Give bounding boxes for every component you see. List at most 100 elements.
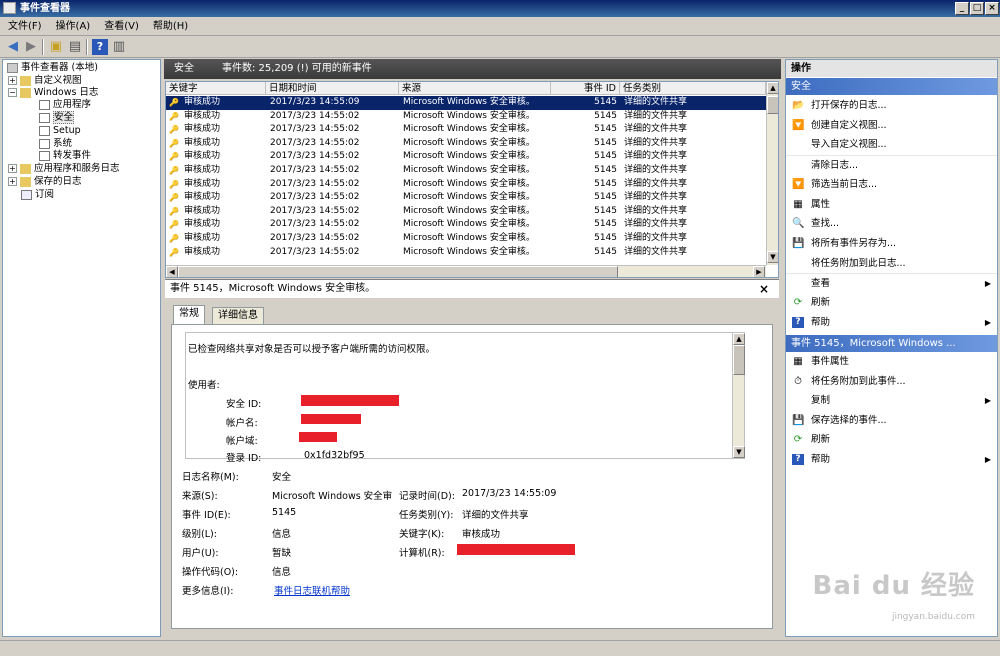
maximize-button[interactable]: □ [970, 2, 984, 15]
details-title: 事件 5145，Microsoft Windows 安全审核。 [170, 283, 376, 294]
cell-source: Microsoft Windows 安全审核。 [403, 124, 535, 135]
tree-root[interactable]: 事件查看器 (本地) [7, 62, 98, 74]
menu-file[interactable]: 文件(F) [0, 17, 48, 35]
expand-icon[interactable]: + [8, 76, 17, 85]
table-row[interactable]: 🔑 审核成功 2017/3/23 14:55:02 Microsoft Windows… [166, 232, 766, 246]
scroll-down-icon[interactable]: ▼ [767, 251, 778, 263]
table-row[interactable]: 🔑 审核成功 2017/3/23 14:55:02 Microsoft Windows… [166, 123, 766, 137]
table-row[interactable]: 🔑 审核成功 2017/3/23 14:55:02 Microsoft Windows… [166, 178, 766, 192]
action-help[interactable]: ? 帮助 ▶ [786, 313, 997, 332]
tree-item-application[interactable]: 应用程序 [39, 99, 91, 111]
action-attach-task-to-log[interactable]: 将任务附加到此日志... [786, 254, 997, 273]
tree-custom-views[interactable]: + 自定义视图 [8, 75, 82, 87]
action-create-custom-view[interactable]: 🔽 创建自定义视图... [786, 116, 997, 135]
minimize-button[interactable]: _ [955, 2, 969, 15]
collapse-icon[interactable]: − [8, 88, 17, 97]
more-info-label: 更多信息(I): [182, 586, 234, 597]
column-header-source[interactable]: 来源 [399, 82, 551, 95]
table-row[interactable]: 🔑 审核成功 2017/3/23 14:55:02 Microsoft Windows… [166, 218, 766, 232]
close-details-icon[interactable]: × [759, 280, 769, 298]
subscription-icon [21, 189, 32, 200]
more-info-link[interactable]: 事件日志联机帮助 [274, 583, 350, 597]
close-button[interactable]: × [985, 2, 999, 15]
actions-section-security[interactable]: 安全 [786, 78, 997, 95]
tree-subscriptions[interactable]: 订阅 [21, 189, 54, 201]
menu-help[interactable]: 帮助(H) [145, 17, 194, 35]
action-save-all-events-as[interactable]: 💾 将所有事件另存为... [786, 234, 997, 253]
redacted-computer [457, 544, 575, 555]
message-scroll-thumb[interactable] [733, 345, 745, 375]
column-header-event-id[interactable]: 事件 ID [551, 82, 620, 95]
tree-saved-logs[interactable]: + 保存的日志 [8, 176, 82, 188]
expand-icon[interactable]: + [8, 177, 17, 186]
action-refresh[interactable]: ⟳ 刷新 [786, 293, 997, 312]
table-row[interactable]: 🔑 审核成功 2017/3/23 14:55:02 Microsoft Windows… [166, 246, 766, 260]
action-label: 打开保存的日志... [811, 100, 887, 111]
key-icon: 🔑 [169, 138, 179, 148]
action-view[interactable]: 查看 ▶ [786, 273, 997, 292]
forward-icon[interactable]: ▶ [23, 39, 39, 55]
tree-windows-logs[interactable]: − Windows 日志 [8, 87, 98, 99]
refresh-icon: ⟳ [793, 434, 803, 446]
message-scrollbar[interactable]: ▲ ▼ [732, 333, 745, 458]
action-clear-log[interactable]: 清除日志... [786, 155, 997, 174]
expand-icon[interactable]: + [8, 164, 17, 173]
tab-details[interactable]: 详细信息 [212, 307, 264, 324]
tree-item-setup[interactable]: Setup [39, 125, 81, 137]
scroll-up-icon[interactable]: ▲ [767, 82, 778, 94]
table-row[interactable]: 🔑 审核成功 2017/3/23 14:55:02 Microsoft Windows… [166, 110, 766, 124]
back-icon[interactable]: ◀ [5, 39, 21, 55]
folder-icon [20, 75, 31, 86]
action-find[interactable]: 🔍 查找... [786, 214, 997, 233]
action-event-properties[interactable]: ▦ 事件属性 [786, 352, 997, 371]
action-filter-current-log[interactable]: 🔽 筛选当前日志... [786, 175, 997, 194]
up-folder-icon[interactable]: ▣ [48, 39, 64, 55]
action-attach-task-to-event[interactable]: ⏱ 将任务附加到此事件... [786, 372, 997, 391]
column-header-keywords[interactable]: 关键字 [166, 82, 266, 95]
tree-app-service-logs[interactable]: + 应用程序和服务日志 [8, 163, 120, 175]
menu-action[interactable]: 操作(A) [48, 17, 97, 35]
action-save-selected-events[interactable]: 💾 保存选择的事件... [786, 411, 997, 430]
column-header-datetime[interactable]: 日期和时间 [266, 82, 399, 95]
log-name-value: 安全 [272, 472, 292, 483]
scroll-down-icon[interactable]: ▼ [733, 446, 745, 458]
action-open-saved-log[interactable]: 📂 打开保存的日志... [786, 96, 997, 115]
action-pane-icon[interactable]: ▥ [111, 39, 127, 55]
action-import-custom-view[interactable]: 导入自定义视图... [786, 135, 997, 154]
scroll-up-icon[interactable]: ▲ [733, 333, 745, 345]
properties-icon: ▦ [793, 198, 803, 210]
scroll-thumb[interactable] [767, 96, 778, 114]
column-header-task-category[interactable]: 任务类别 [620, 82, 766, 95]
cell-datetime: 2017/3/23 14:55:02 [270, 137, 360, 148]
redacted-account-name [301, 414, 361, 424]
horizontal-scroll-thumb[interactable] [178, 266, 618, 277]
action-help[interactable]: ? 帮助 ▶ [786, 450, 997, 469]
table-row[interactable]: 🔑 审核成功 2017/3/23 14:55:02 Microsoft Windows… [166, 137, 766, 151]
cell-task-category: 详细的文件共享 [624, 233, 688, 243]
key-icon: 🔑 [169, 247, 179, 257]
scroll-right-icon[interactable]: ▶ [753, 266, 765, 277]
table-row[interactable]: 🔑 审核成功 2017/3/23 14:55:02 Microsoft Windows… [166, 191, 766, 205]
table-vertical-scrollbar[interactable]: ▲ ▼ [766, 82, 778, 265]
tree-item-system[interactable]: 系统 [39, 138, 72, 150]
help-icon[interactable]: ? [92, 39, 108, 55]
key-icon: 🔑 [169, 125, 179, 135]
tab-general[interactable]: 常规 [173, 305, 205, 324]
tree-item-security[interactable]: 安全 [39, 111, 75, 124]
action-refresh[interactable]: ⟳ 刷新 [786, 430, 997, 449]
scroll-left-icon[interactable]: ◀ [166, 266, 178, 277]
action-copy[interactable]: 复制 ▶ [786, 391, 997, 410]
cell-task-category: 详细的文件共享 [624, 205, 688, 216]
action-label: 事件属性 [811, 356, 850, 367]
menu-view[interactable]: 查看(V) [96, 17, 145, 35]
key-icon: 🔑 [169, 166, 179, 175]
actions-section-event[interactable]: 事件 5145，Microsoft Windows ... [786, 335, 997, 352]
table-row[interactable]: 🔑 审核成功 2017/3/23 14:55:09 Microsoft Windows… [166, 96, 766, 110]
action-properties[interactable]: ▦ 属性 [786, 195, 997, 214]
table-row[interactable]: 🔑 审核成功 2017/3/23 14:55:02 Microsoft Windows… [166, 164, 766, 178]
table-horizontal-scrollbar[interactable]: ◀ ▶ [166, 265, 766, 277]
show-hide-tree-icon[interactable]: ▤ [67, 39, 83, 55]
tree-item-forwarded[interactable]: 转发事件 [39, 150, 91, 162]
table-row[interactable]: 🔑 审核成功 2017/3/23 14:55:02 Microsoft Windows… [166, 205, 766, 219]
table-row[interactable]: 🔑 审核成功 2017/3/23 14:55:02 Microsoft Windows… [166, 150, 766, 164]
